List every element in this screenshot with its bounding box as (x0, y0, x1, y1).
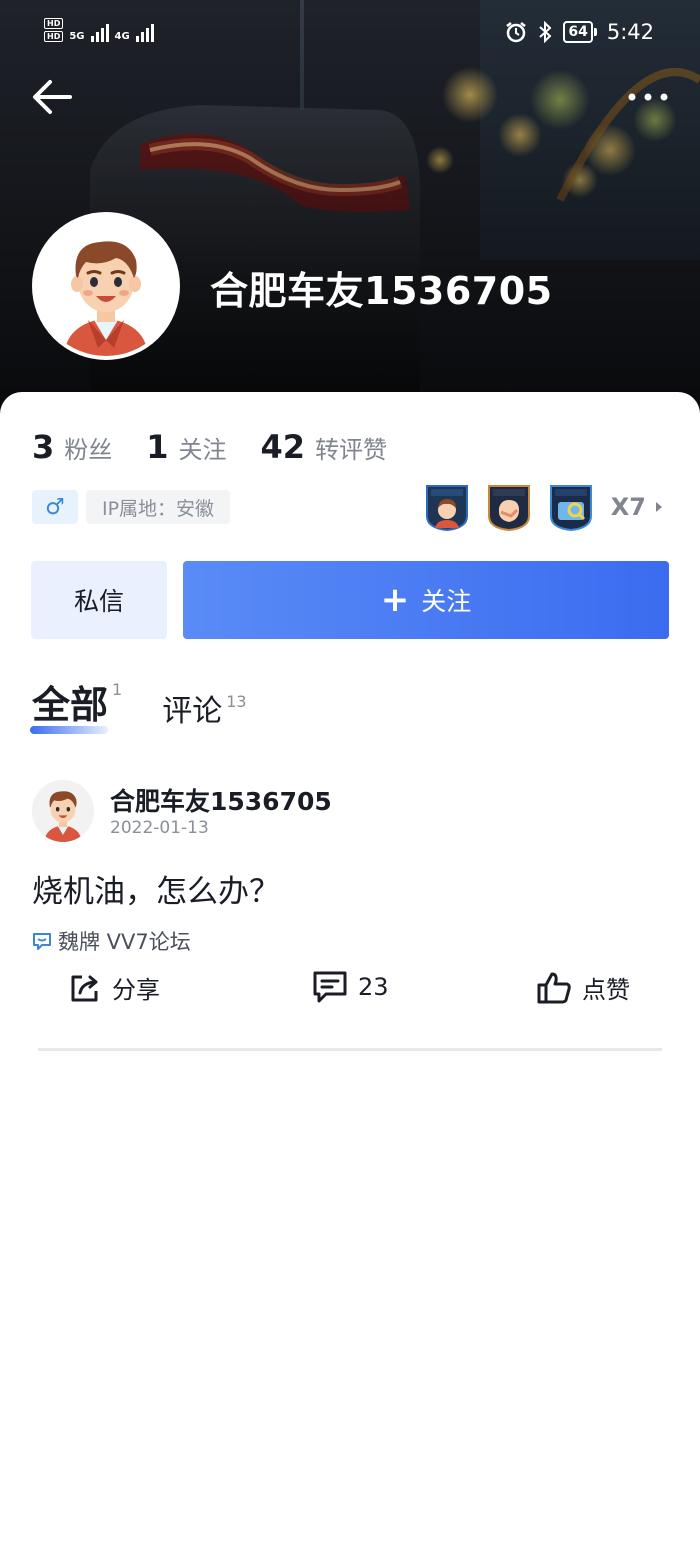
comment-badge-icon[interactable] (487, 482, 531, 532)
hd-label: HD (44, 31, 64, 42)
tab-count: 13 (226, 692, 247, 711)
post-author-avatar[interactable] (32, 780, 94, 842)
content-badge-icon[interactable] (549, 482, 593, 532)
tab-count: 1 (112, 680, 123, 699)
post-divider (38, 1048, 662, 1051)
like-label: 点赞 (582, 976, 630, 1004)
post-date: 2022-01-13 (110, 818, 209, 838)
post-title[interactable]: 烧机油，怎么办？ (32, 866, 280, 911)
stat-value: 1 (146, 428, 169, 466)
status-bar: HD HD 5G 4G 64 5:42 (0, 0, 700, 68)
creator-badge-icon[interactable] (425, 482, 469, 532)
tab-comments[interactable]: 评论 13 (162, 686, 246, 730)
profile-stats: 3 粉丝 1 关注 42 转评赞 (32, 428, 387, 466)
badge-list[interactable]: X7 (425, 482, 664, 532)
profile-avatar[interactable] (32, 212, 180, 360)
hd-icons: HD HD (44, 18, 64, 42)
comment-button[interactable]: 23 (312, 970, 389, 1004)
net-4g-label: 4G (114, 31, 130, 42)
net-5g-label: 5G (69, 31, 85, 42)
system-indicators: 64 5:42 (505, 20, 654, 44)
stat-label: 转评赞 (315, 436, 388, 464)
post-author-name[interactable]: 合肥车友1536705 (110, 782, 332, 818)
tab-all[interactable]: 全部 1 (30, 674, 123, 734)
like-button[interactable]: 点赞 (536, 970, 630, 1005)
plus-icon: + (380, 580, 410, 620)
share-icon (71, 975, 98, 1001)
follow-label: 关注 (421, 587, 472, 616)
more-button[interactable] (624, 82, 672, 112)
caret-right-icon (656, 502, 662, 512)
stat-followers[interactable]: 3 粉丝 (32, 428, 112, 466)
stat-label: 关注 (178, 436, 227, 464)
profile-content-sheet: 3 粉丝 1 关注 42 转评赞 ♂ IP属地：安徽 X7 私信 + 关注 全部… (0, 392, 700, 1555)
tab-label: 评论 (162, 694, 223, 729)
comment-icon (313, 971, 347, 1003)
forum-name: 魏牌 VV7论坛 (58, 930, 191, 954)
follow-button[interactable]: + 关注 (183, 561, 669, 639)
network-indicators: HD HD 5G 4G (44, 18, 154, 42)
stat-following[interactable]: 1 关注 (146, 428, 226, 466)
post-forum-link[interactable]: 魏牌 VV7论坛 (32, 926, 191, 956)
stat-label: 粉丝 (64, 436, 113, 464)
bluetooth-icon (539, 21, 552, 43)
male-icon: ♂ (45, 494, 65, 520)
badge-count[interactable]: X7 (611, 493, 664, 521)
gender-tag: ♂ (32, 490, 78, 524)
stat-interactions[interactable]: 42 转评赞 (261, 428, 388, 466)
cartoon-avatar-icon (32, 780, 94, 842)
cartoon-avatar-icon (36, 216, 176, 356)
profile-page: HD HD 5G 4G 64 5:42 合肥车友1536705 3 粉丝 1 关… (0, 0, 700, 1555)
forum-icon (33, 933, 51, 950)
stat-value: 3 (32, 428, 55, 466)
comment-count: 23 (358, 973, 389, 1001)
battery-icon: 64 (563, 21, 597, 43)
content-tabs: 全部 1 评论 13 (30, 674, 247, 734)
hd-label: HD (44, 18, 64, 29)
back-button[interactable] (28, 74, 78, 120)
profile-username: 合肥车友1536705 (210, 269, 553, 313)
battery-level: 64 (563, 21, 593, 43)
arrow-left-icon (33, 80, 72, 114)
post-actions: 分享 23 点赞 (0, 970, 700, 1034)
badge-count-label: X7 (610, 493, 646, 521)
more-dots-icon (628, 93, 668, 101)
signal-icon (90, 20, 109, 42)
profile-header-banner: HD HD 5G 4G 64 5:42 合肥车友1536705 (0, 0, 700, 420)
tab-label: 全部 (32, 683, 109, 727)
active-tab-indicator (30, 726, 108, 734)
stat-value: 42 (260, 428, 306, 466)
clock-time: 5:42 (606, 20, 654, 44)
thumbs-up-icon (537, 972, 571, 1003)
alarm-icon (506, 22, 527, 43)
share-label: 分享 (112, 976, 160, 1004)
message-button[interactable]: 私信 (31, 561, 167, 639)
profile-tags: ♂ IP属地：安徽 (32, 490, 231, 524)
signal-icon (135, 20, 154, 42)
share-button[interactable]: 分享 (68, 970, 160, 1005)
ip-location-tag: IP属地：安徽 (86, 490, 231, 524)
